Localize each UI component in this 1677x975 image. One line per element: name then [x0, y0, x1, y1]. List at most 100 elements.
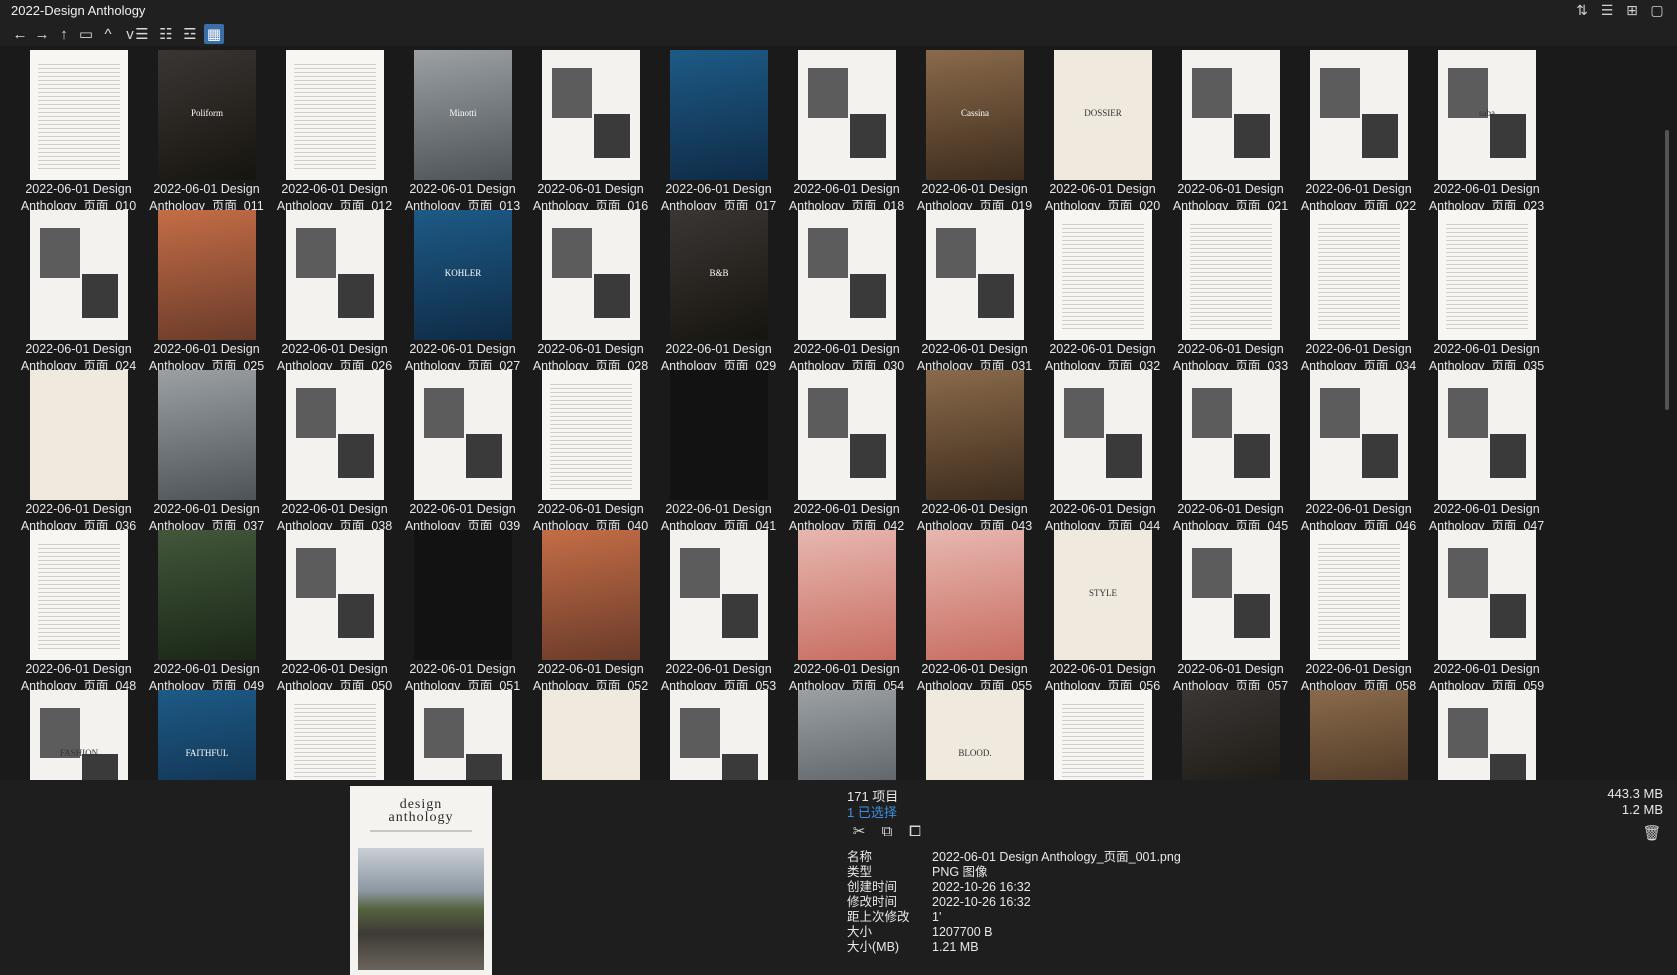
- list-settings-icon[interactable]: ☰: [1599, 2, 1615, 18]
- file-thumbnail[interactable]: [542, 50, 640, 180]
- file-item[interactable]: 2022-06-01 Design Anthology_页面_026: [266, 206, 403, 377]
- file-item[interactable]: 2022-06-01 Design Anthology_页面_031: [906, 206, 1043, 377]
- file-item[interactable]: 2022-06-01 Design Anthology_页面_032: [1034, 206, 1171, 377]
- file-thumbnail[interactable]: [1438, 530, 1536, 660]
- file-item[interactable]: 2022-06-01 Design Anthology_页面_018: [778, 46, 915, 217]
- file-item[interactable]: [778, 686, 915, 780]
- file-thumbnail[interactable]: [542, 530, 640, 660]
- file-thumbnail[interactable]: [542, 210, 640, 340]
- file-thumbnail[interactable]: [1310, 370, 1408, 500]
- file-thumbnail[interactable]: [1310, 210, 1408, 340]
- file-item[interactable]: 2022-06-01 Design Anthology_页面_039: [394, 366, 531, 537]
- file-item[interactable]: 2022-06-01 Design Anthology_页面_041: [650, 366, 787, 537]
- file-thumbnail[interactable]: [30, 210, 128, 340]
- file-thumbnail[interactable]: [1182, 530, 1280, 660]
- view-thumbnails-icon[interactable]: ▦: [204, 24, 224, 44]
- file-item[interactable]: 2022-06-01 Design Anthology_页面_017: [650, 46, 787, 217]
- file-thumbnail[interactable]: [30, 50, 128, 180]
- file-item[interactable]: 2022-06-01 Design Anthology_页面_016: [522, 46, 659, 217]
- file-thumbnail[interactable]: Minotti: [414, 50, 512, 180]
- view-detail-icon[interactable]: ☷: [156, 24, 176, 44]
- file-thumbnail[interactable]: STYLE: [1054, 530, 1152, 660]
- file-item[interactable]: 2022-06-01 Design Anthology_页面_030: [778, 206, 915, 377]
- file-item[interactable]: FAITHFUL: [138, 686, 275, 780]
- file-item[interactable]: DOSSIER 2022-06-01 Design Anthology_页面_020: [1034, 46, 1171, 217]
- file-thumbnail[interactable]: [926, 210, 1024, 340]
- file-thumbnail[interactable]: [670, 530, 768, 660]
- file-item[interactable]: 2022-06-01 Design Anthology_页面_050: [266, 526, 403, 697]
- file-thumbnail[interactable]: [158, 210, 256, 340]
- file-item[interactable]: 2022-06-01 Design Anthology_页面_033: [1162, 206, 1299, 377]
- file-thumbnail[interactable]: [798, 690, 896, 780]
- forward-icon[interactable]: →: [32, 24, 52, 44]
- file-item[interactable]: BLOOD.: [906, 686, 1043, 780]
- file-item[interactable]: 2022-06-01 Design Anthology_页面_059: [1418, 526, 1555, 697]
- file-item[interactable]: [1034, 686, 1171, 780]
- file-item[interactable]: 2022-06-01 Design Anthology_页面_052: [522, 526, 659, 697]
- file-thumbnail[interactable]: [542, 690, 640, 780]
- file-item[interactable]: 2022-06-01 Design Anthology_页面_047: [1418, 366, 1555, 537]
- file-item[interactable]: 2022-06-01 Design Anthology_页面_045: [1162, 366, 1299, 537]
- file-item[interactable]: 2022-06-01 Design Anthology_页面_044: [1034, 366, 1171, 537]
- open-icon[interactable]: ⧠: [906, 822, 924, 840]
- file-item[interactable]: Minotti 2022-06-01 Design Anthology_页面_013: [394, 46, 531, 217]
- file-item[interactable]: 2022-06-01 Design Anthology_页面_049: [138, 526, 275, 697]
- file-item[interactable]: [266, 686, 403, 780]
- file-item[interactable]: FASHION: [10, 686, 147, 780]
- file-thumbnail[interactable]: [286, 690, 384, 780]
- file-item[interactable]: [394, 686, 531, 780]
- clipboard-icon[interactable]: ▢: [1649, 2, 1665, 18]
- file-thumbnail[interactable]: [1182, 690, 1280, 780]
- scrollbar-thumb[interactable]: [1665, 130, 1669, 410]
- file-item[interactable]: [650, 686, 787, 780]
- file-thumbnail[interactable]: [798, 210, 896, 340]
- file-item[interactable]: [1290, 686, 1427, 780]
- file-thumbnail[interactable]: [542, 370, 640, 500]
- file-item[interactable]: KOHLER 2022-06-01 Design Anthology_页面_027: [394, 206, 531, 377]
- file-item[interactable]: 2022-06-01 Design Anthology_页面_051: [394, 526, 531, 697]
- file-thumbnail[interactable]: Poliform: [158, 50, 256, 180]
- file-thumbnail[interactable]: [670, 690, 768, 780]
- file-thumbnail[interactable]: [1054, 210, 1152, 340]
- file-thumbnail[interactable]: [30, 370, 128, 500]
- file-item[interactable]: 2022-06-01 Design Anthology_页面_025: [138, 206, 275, 377]
- file-thumbnail[interactable]: [286, 530, 384, 660]
- file-item[interactable]: saba 2022-06-01 Design Anthology_页面_023: [1418, 46, 1555, 217]
- file-thumbnail[interactable]: [1054, 370, 1152, 500]
- file-thumbnail[interactable]: [30, 530, 128, 660]
- view-tiles-icon[interactable]: ☲: [180, 24, 200, 44]
- file-thumbnail[interactable]: [798, 50, 896, 180]
- file-item[interactable]: 2022-06-01 Design Anthology_页面_037: [138, 366, 275, 537]
- file-thumbnail[interactable]: [798, 370, 896, 500]
- file-thumbnail[interactable]: [1310, 50, 1408, 180]
- file-item[interactable]: [1162, 686, 1299, 780]
- file-thumbnail[interactable]: [1182, 210, 1280, 340]
- file-item[interactable]: STYLE 2022-06-01 Design Anthology_页面_056: [1034, 526, 1171, 697]
- file-item[interactable]: 2022-06-01 Design Anthology_页面_028: [522, 206, 659, 377]
- file-item[interactable]: 2022-06-01 Design Anthology_页面_024: [10, 206, 147, 377]
- file-item[interactable]: Cassina 2022-06-01 Design Anthology_页面_019: [906, 46, 1043, 217]
- file-item[interactable]: 2022-06-01 Design Anthology_页面_048: [10, 526, 147, 697]
- file-thumbnail[interactable]: [670, 50, 768, 180]
- file-thumbnail[interactable]: [1310, 530, 1408, 660]
- file-item[interactable]: 2022-06-01 Design Anthology_页面_034: [1290, 206, 1427, 377]
- file-thumbnail[interactable]: [926, 530, 1024, 660]
- file-item[interactable]: Poliform 2022-06-01 Design Anthology_页面_01…: [138, 46, 275, 217]
- caret-up-icon[interactable]: ^: [98, 24, 118, 44]
- file-thumbnail[interactable]: [158, 530, 256, 660]
- view-list-icon[interactable]: ☰: [132, 24, 152, 44]
- file-item[interactable]: 2022-06-01 Design Anthology_页面_040: [522, 366, 659, 537]
- file-item[interactable]: 2022-06-01 Design Anthology_页面_046: [1290, 366, 1427, 537]
- file-item[interactable]: 2022-06-01 Design Anthology_页面_038: [266, 366, 403, 537]
- up-icon[interactable]: ↑: [54, 24, 74, 44]
- scrollbar[interactable]: [1663, 50, 1671, 770]
- file-thumbnail[interactable]: Cassina: [926, 50, 1024, 180]
- file-thumbnail[interactable]: [158, 370, 256, 500]
- cut-icon[interactable]: ✂: [850, 822, 868, 840]
- file-item[interactable]: [522, 686, 659, 780]
- file-thumbnail[interactable]: B&B: [670, 210, 768, 340]
- file-item[interactable]: 2022-06-01 Design Anthology_页面_010: [10, 46, 147, 217]
- sort-icon[interactable]: ⇅: [1574, 2, 1590, 18]
- file-item[interactable]: 2022-06-01 Design Anthology_页面_058: [1290, 526, 1427, 697]
- file-thumbnail[interactable]: [798, 530, 896, 660]
